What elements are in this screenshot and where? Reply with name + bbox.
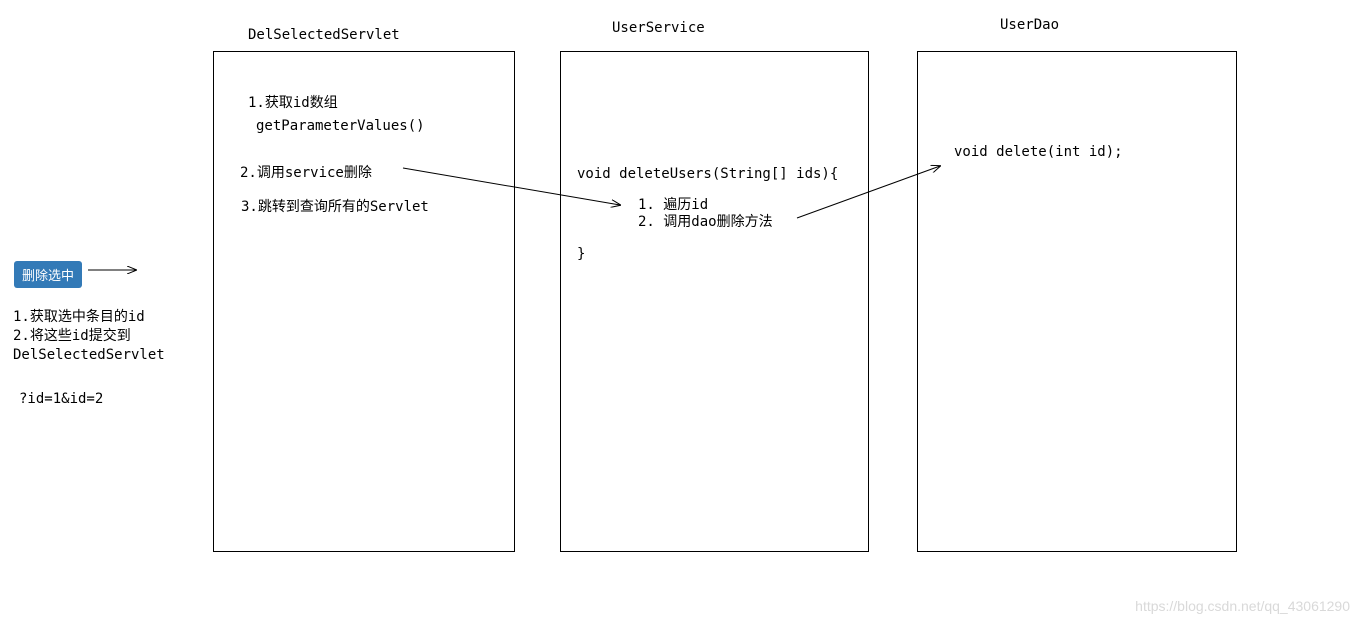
service-close: } xyxy=(577,243,585,265)
servlet-step1-code: getParameterValues() xyxy=(256,115,425,137)
servlet-step2: 2.调用service删除 xyxy=(240,162,372,184)
dao-box xyxy=(917,51,1237,552)
dao-signature: void delete(int id); xyxy=(954,141,1123,163)
service-signature: void deleteUsers(String[] ids){ xyxy=(577,163,838,185)
service-box xyxy=(560,51,869,552)
servlet-step3: 3.跳转到查询所有的Servlet xyxy=(241,196,429,218)
side-step3: DelSelectedServlet xyxy=(13,345,165,365)
side-step1: 1.获取选中条目的id xyxy=(13,307,145,327)
delete-selected-button[interactable]: 删除选中 xyxy=(14,261,82,288)
side-step2: 2.将这些id提交到 xyxy=(13,326,131,346)
watermark: https://blog.csdn.net/qq_43061290 xyxy=(1135,598,1350,614)
servlet-title: DelSelectedServlet xyxy=(248,27,400,43)
servlet-step1: 1.获取id数组 xyxy=(248,92,338,114)
service-step2: 2. 调用dao删除方法 xyxy=(638,211,773,233)
side-query: ?id=1&id=2 xyxy=(19,389,103,409)
dao-title: UserDao xyxy=(1000,17,1059,33)
service-title: UserService xyxy=(612,20,705,36)
